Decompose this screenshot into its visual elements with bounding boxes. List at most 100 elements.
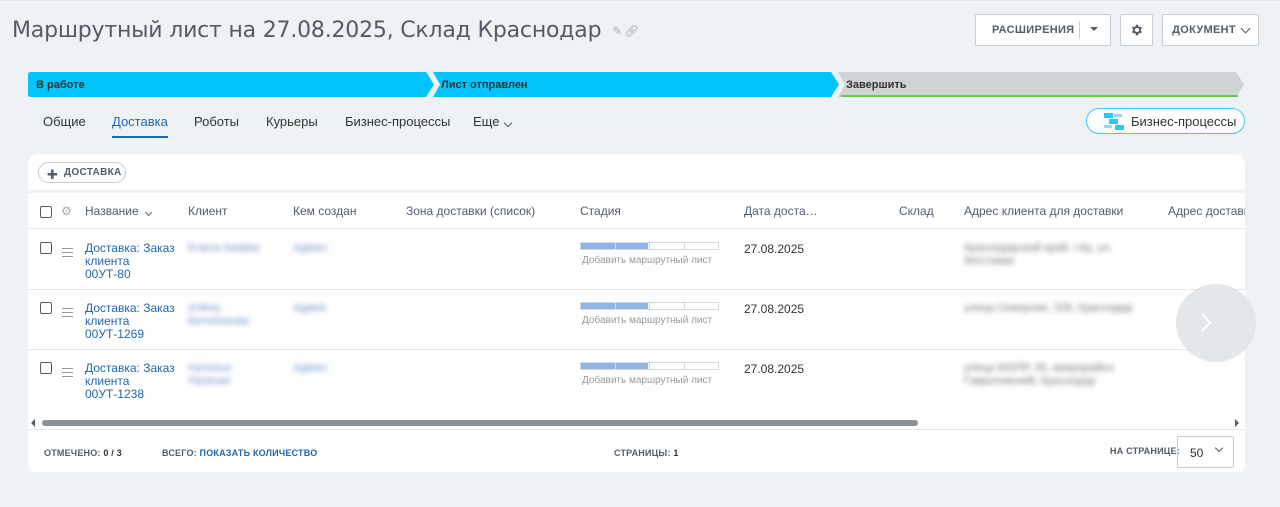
document-label: ДОКУМЕНТ	[1172, 24, 1236, 36]
business-processes-button[interactable]: Бизнес-процессы	[1086, 108, 1245, 134]
checked-label: ОТМЕЧЕНО:	[44, 448, 101, 458]
table-row[interactable]: Доставка: Заказ клиента 00УТ-1238 Наталь…	[28, 350, 1245, 410]
row-checkbox[interactable]	[40, 362, 52, 374]
extensions-button[interactable]: РАСШИРЕНИЯ	[975, 14, 1111, 46]
scroll-right-arrow-icon[interactable]	[1235, 419, 1239, 427]
column-name[interactable]: Название	[85, 204, 153, 218]
stage-finish[interactable]: Завершить	[838, 72, 1244, 97]
row-creator[interactable]: Админ	[293, 362, 327, 375]
stage-label: Лист отправлен	[441, 78, 528, 91]
grid-toolbar: ✚ ДОСТАВКА	[28, 154, 1245, 190]
checked-count: ОТМЕЧЕНО: 0 / 3	[44, 448, 122, 458]
scroll-right-button[interactable]	[1176, 284, 1256, 362]
pencil-icon[interactable]: ✎	[612, 24, 622, 38]
column-delivery-zone[interactable]: Зона доставки (список)	[406, 204, 535, 218]
add-route-sheet-label: Добавить маршрутный лист	[582, 315, 713, 326]
plus-icon: ✚	[47, 167, 59, 182]
column-delivery-date[interactable]: Дата доста…	[744, 204, 818, 218]
column-name-label: Название	[85, 204, 139, 218]
stage-label: В работе	[36, 78, 85, 91]
page-title: Маршрутный лист на 27.08.2025, Склад Кра…	[12, 18, 641, 43]
extensions-label: РАСШИРЕНИЯ	[992, 24, 1075, 36]
stage-progress[interactable]	[580, 362, 719, 370]
column-client[interactable]: Клиент	[188, 204, 228, 218]
gear-icon	[1131, 24, 1142, 36]
total-count: ВСЕГО: ПОКАЗАТЬ КОЛИЧЕСТВО	[162, 448, 317, 458]
gear-icon[interactable]: ⚙	[61, 204, 72, 218]
chevron-down-icon	[1214, 443, 1224, 453]
column-client-address[interactable]: Адрес клиента для доставки	[964, 204, 1123, 218]
horizontal-scrollbar[interactable]	[28, 416, 1245, 429]
pages-info: СТРАНИЦЫ: 1	[614, 448, 679, 458]
row-date: 27.08.2025	[744, 302, 805, 316]
link-icon[interactable]: 🔗︎	[624, 24, 639, 38]
tab-delivery[interactable]: Доставка	[112, 114, 168, 138]
table-row[interactable]: Доставка: Заказ клиента 00УТ-1269 Алёна …	[28, 290, 1245, 350]
row-creator[interactable]: Админ	[293, 302, 327, 315]
add-route-sheet-label: Добавить маршрутный лист	[582, 255, 713, 266]
chevron-right-icon	[1193, 313, 1212, 332]
stage-in-work[interactable]: В работе	[28, 72, 434, 97]
add-route-sheet-label: Добавить маршрутный лист	[582, 375, 713, 386]
show-count-link[interactable]: ПОКАЗАТЬ КОЛИЧЕСТВО	[200, 448, 318, 458]
stage-bar: В работе Лист отправлен Завершить	[28, 72, 1244, 97]
row-date: 27.08.2025	[744, 242, 805, 256]
stage-shape	[28, 72, 434, 97]
stage-progress[interactable]	[580, 242, 719, 250]
delivery-grid: ⚙ Название Клиент Кем создан Зона достав…	[28, 193, 1245, 429]
scroll-left-arrow-icon[interactable]	[31, 419, 35, 427]
scrollbar-thumb[interactable]	[42, 420, 918, 426]
title-actions: ✎ 🔗︎	[612, 24, 641, 38]
tab-general[interactable]: Общие	[43, 114, 86, 129]
row-client[interactable]: Елена Акаёва	[188, 242, 260, 255]
row-address: Краснодарский край, г.Кр, ул. Мостовая	[964, 242, 1113, 267]
page-title-text: Маршрутный лист на 27.08.2025, Склад Кра…	[12, 18, 602, 43]
chevron-down-icon	[504, 118, 513, 128]
per-page-value: 50	[1190, 446, 1204, 460]
column-stage[interactable]: Стадия	[580, 204, 621, 218]
grid-footer: ОТМЕЧЕНО: 0 / 3 ВСЕГО: ПОКАЗАТЬ КОЛИЧЕСТ…	[28, 429, 1245, 472]
row-creator[interactable]: Админ	[293, 242, 327, 255]
row-checkbox[interactable]	[40, 242, 52, 254]
row-date: 27.08.2025	[744, 362, 805, 376]
pages-value[interactable]: 1	[673, 448, 678, 458]
row-menu-icon[interactable]	[62, 368, 73, 380]
business-processes-label: Бизнес-процессы	[1131, 113, 1237, 129]
select-all-checkbox[interactable]	[40, 206, 52, 218]
row-menu-icon[interactable]	[62, 308, 73, 320]
per-page-label: НА СТРАНИЦЕ:	[1110, 446, 1180, 456]
settings-button[interactable]	[1120, 14, 1153, 46]
row-client[interactable]: Алёна Белобокова	[188, 302, 258, 328]
tab-robots[interactable]: Роботы	[194, 114, 239, 129]
column-creator[interactable]: Кем создан	[293, 204, 356, 218]
pages-label: СТРАНИЦЫ:	[614, 448, 671, 458]
column-delivery-address[interactable]: Адрес доставк	[1168, 204, 1245, 218]
page-header: Маршрутный лист на 27.08.2025, Склад Кра…	[0, 0, 1280, 62]
row-client[interactable]: Наталья Лапенко	[188, 362, 248, 388]
tab-bar: Общие Доставка Роботы Курьеры Бизнес-про…	[28, 106, 1244, 138]
row-checkbox[interactable]	[40, 302, 52, 314]
checked-value: 0 / 3	[103, 448, 122, 458]
stage-sent[interactable]: Лист отправлен	[433, 72, 839, 97]
tab-couriers[interactable]: Курьеры	[266, 114, 318, 129]
row-title-link[interactable]: Доставка: Заказ клиента 00УТ-1238	[85, 362, 175, 401]
stage-progress[interactable]	[580, 302, 719, 310]
tab-more-label: Еще	[473, 114, 500, 129]
total-label: ВСЕГО:	[162, 448, 197, 458]
row-menu-icon[interactable]	[62, 248, 73, 260]
caret-down-icon[interactable]	[1090, 27, 1098, 31]
grid-header: ⚙ Название Клиент Кем создан Зона достав…	[28, 193, 1245, 229]
table-row[interactable]: Доставка: Заказ клиента 00УТ-80 Елена Ак…	[28, 230, 1245, 290]
add-delivery-button[interactable]: ✚ ДОСТАВКА	[38, 162, 126, 183]
document-button[interactable]: ДОКУМЕНТ	[1162, 14, 1259, 46]
tab-business-processes[interactable]: Бизнес-процессы	[345, 114, 450, 129]
per-page-select[interactable]: 50	[1177, 436, 1234, 468]
tab-more[interactable]: Еще	[473, 114, 513, 129]
button-separator	[1079, 21, 1080, 39]
chevron-down-icon	[1240, 23, 1251, 33]
column-warehouse[interactable]: Склад	[899, 204, 934, 218]
sort-chevron-icon	[144, 208, 153, 217]
row-title-link[interactable]: Доставка: Заказ клиента 00УТ-1269	[85, 302, 175, 341]
row-address: улица Северная, 328, Краснодар	[964, 302, 1133, 314]
row-title-link[interactable]: Доставка: Заказ клиента 00УТ-80	[85, 242, 175, 281]
